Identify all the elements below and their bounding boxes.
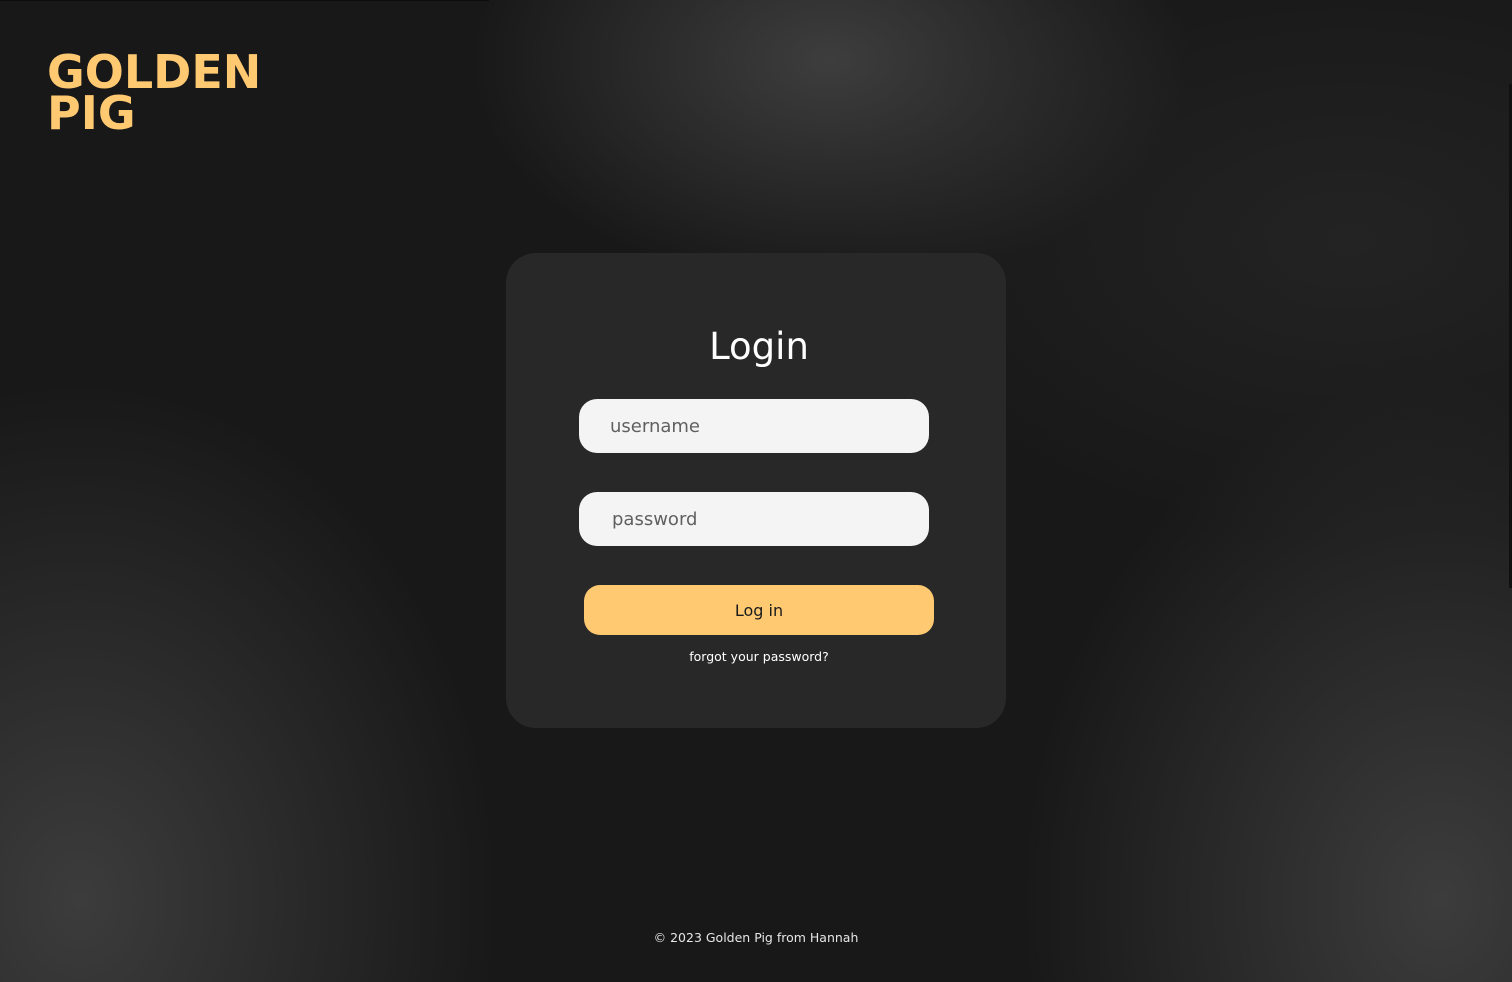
login-button[interactable]: Log in [584,585,934,635]
brand-logo[interactable]: GOLDEN PIG [47,49,261,136]
footer-copyright: © 2023 Golden Pig from Hannah [653,930,859,945]
password-input[interactable] [579,492,929,546]
login-title: Login [709,325,809,368]
forgot-password-link[interactable]: forgot your password? [506,648,1006,666]
username-input[interactable] [579,399,929,453]
login-card: Login Log in forgot your password? [506,253,1006,728]
top-edge-line [0,0,489,1]
